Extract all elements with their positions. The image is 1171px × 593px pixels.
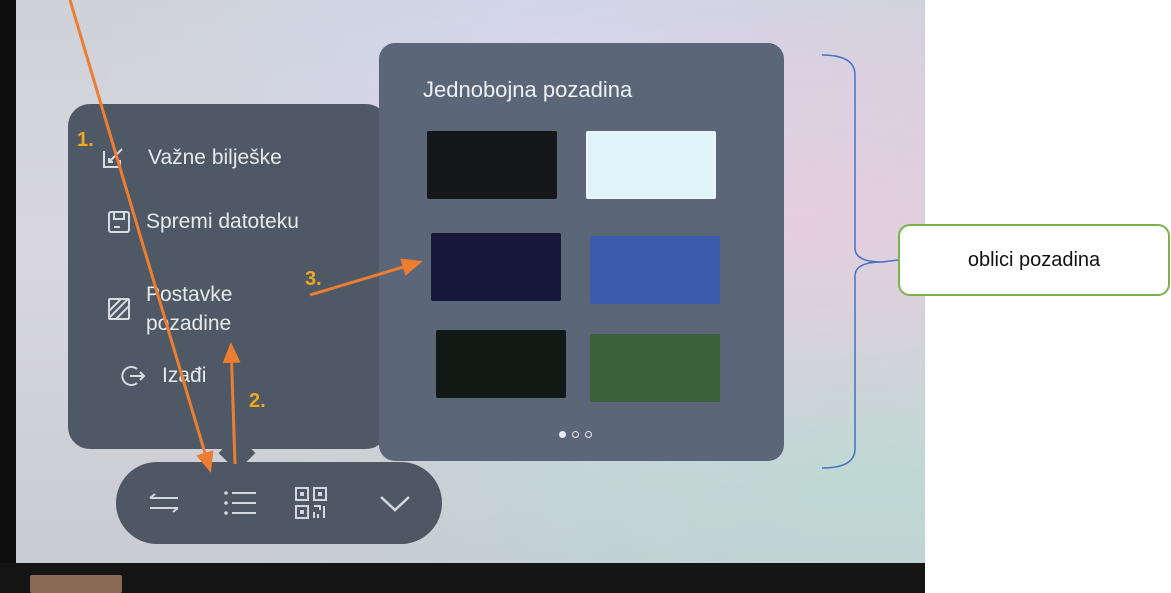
- color-swatch[interactable]: [586, 131, 716, 199]
- page-indicator: [559, 431, 592, 438]
- color-swatch[interactable]: [431, 233, 561, 301]
- annotation-step-2: 2.: [249, 390, 266, 412]
- menu-button[interactable]: [216, 480, 262, 526]
- annotation-step-3: 3.: [305, 268, 322, 290]
- notes-edit-icon: [103, 148, 123, 168]
- color-swatch[interactable]: [590, 334, 720, 402]
- color-swatch[interactable]: [427, 131, 557, 199]
- exit-icon: [121, 366, 146, 386]
- chevron-down-icon: [380, 496, 410, 512]
- monitor-bezel-bottom: [0, 563, 925, 593]
- main-menu-panel: Važne bilješke Spremi datoteku Postavke …: [68, 104, 388, 449]
- menu-item-background-settings[interactable]: Postavke pozadine: [106, 280, 232, 338]
- qr-code-icon: [295, 487, 327, 519]
- menu-item-label: Postavke pozadine: [146, 283, 233, 335]
- menu-list-icon: [224, 491, 256, 515]
- annotation-step-1: 1.: [77, 129, 94, 151]
- color-swatch[interactable]: [436, 330, 566, 398]
- qr-code-button[interactable]: [288, 480, 334, 526]
- page-dot[interactable]: [572, 431, 579, 438]
- color-swatch[interactable]: [590, 236, 720, 304]
- sticker: [30, 575, 122, 593]
- panel-title: Jednobojna pozadina: [423, 77, 633, 102]
- save-file-icon: [108, 211, 130, 233]
- screen-photo: Važne bilješke Spremi datoteku Postavke …: [0, 0, 925, 593]
- menu-item-label: Važne bilješke: [148, 146, 282, 169]
- menu-item-label: Spremi datoteku: [146, 210, 299, 233]
- swap-button[interactable]: [142, 480, 188, 526]
- page-dot[interactable]: [559, 431, 566, 438]
- background-color-panel: Jednobojna pozadina: [379, 43, 784, 461]
- bottom-toolbar: [116, 462, 442, 544]
- menu-item-exit[interactable]: Izađi: [120, 362, 206, 390]
- collapse-button[interactable]: [372, 480, 418, 526]
- menu-item-label: Izađi: [162, 364, 207, 387]
- background-settings-icon: [108, 298, 130, 320]
- page-dot[interactable]: [585, 431, 592, 438]
- annotation-callout: oblici pozadina: [898, 224, 1170, 296]
- menu-item-important-notes[interactable]: Važne bilješke: [100, 144, 282, 172]
- menu-item-save-file[interactable]: Spremi datoteku: [106, 208, 299, 236]
- monitor-bezel-left: [0, 0, 16, 593]
- swap-arrows-icon: [149, 493, 179, 513]
